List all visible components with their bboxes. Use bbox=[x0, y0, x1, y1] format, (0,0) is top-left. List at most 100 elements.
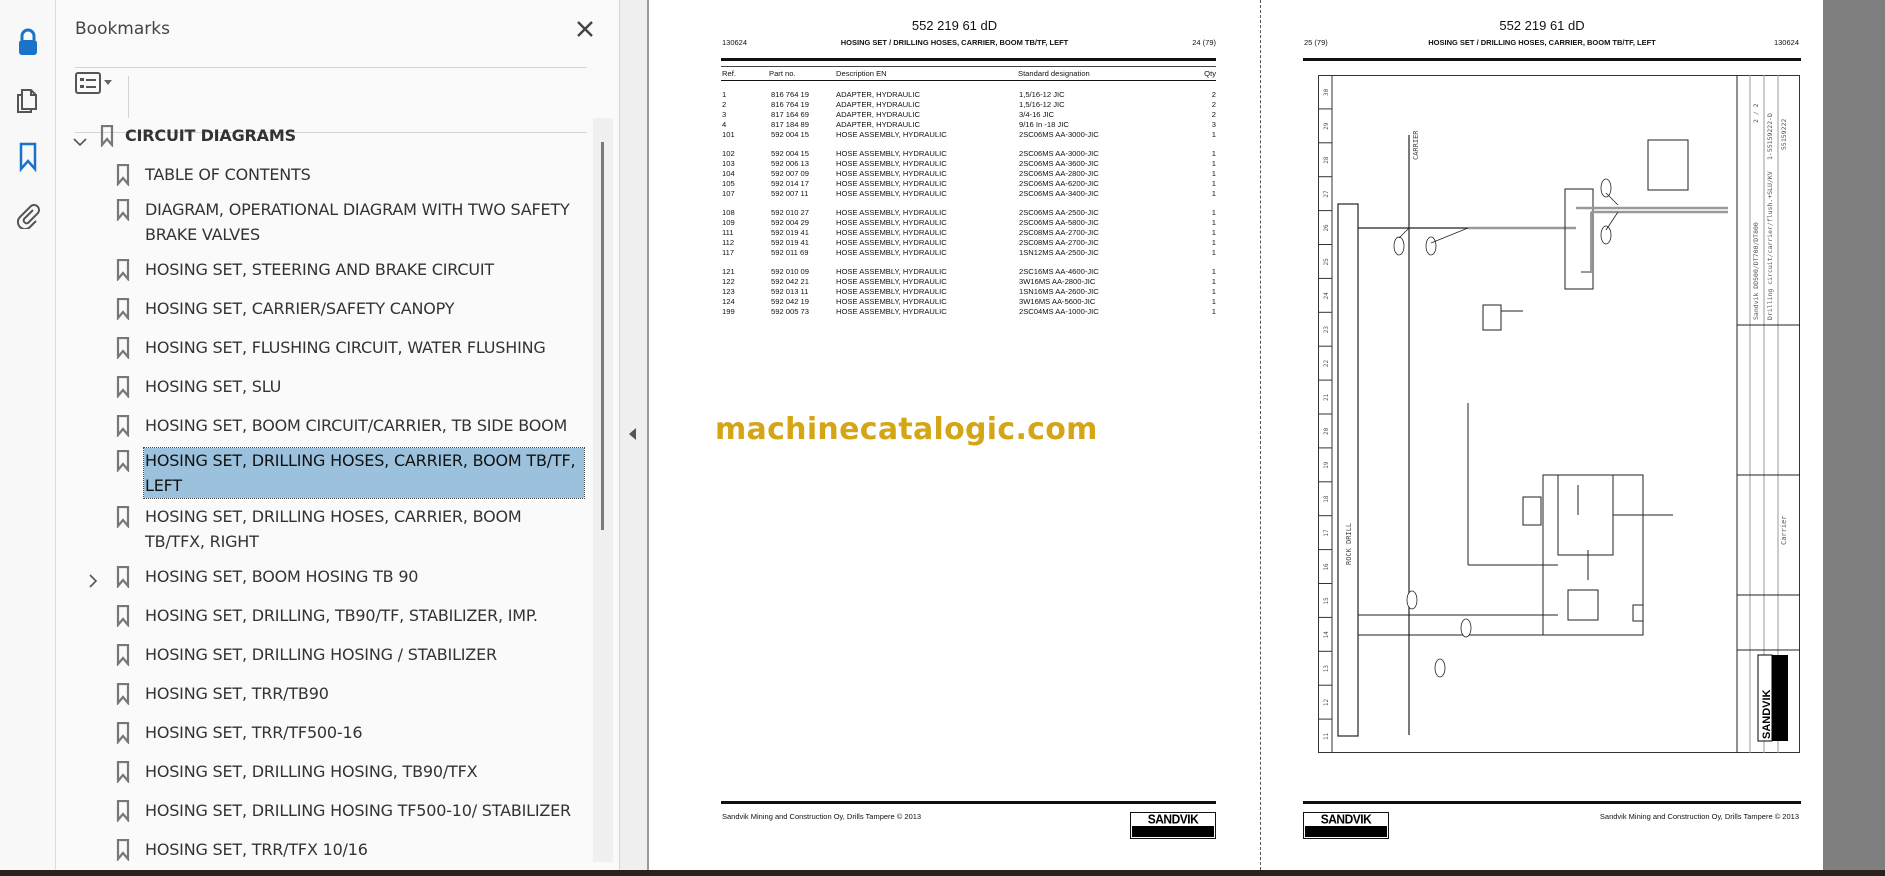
cell-ref: 111 bbox=[722, 228, 734, 237]
bookmark-label: HOSING SET, TRR/TB90 bbox=[145, 684, 329, 703]
table-row: 109 592 004 29 HOSE ASSEMBLY, HYDRAULIC 2SC… bbox=[649, 218, 1260, 228]
cell-part: 592 042 19 bbox=[771, 297, 810, 306]
grid-number: 26 bbox=[1323, 224, 1330, 232]
bookmark-icon bbox=[116, 297, 130, 327]
table-header-rule bbox=[721, 80, 1216, 81]
left-tool-rail bbox=[0, 0, 56, 870]
cell-part: 592 019 41 bbox=[771, 238, 810, 247]
cell-ref: 102 bbox=[722, 149, 735, 158]
bookmark-list: CIRCUIT DIAGRAMS TABLE OF CONTENTS DIAGRAM… bbox=[56, 116, 596, 869]
cell-part: 592 007 09 bbox=[771, 169, 810, 178]
cell-part: 592 006 13 bbox=[771, 159, 810, 168]
col-ref: Ref. bbox=[722, 69, 736, 78]
cell-part: 592 010 27 bbox=[771, 208, 810, 217]
bookmark-item[interactable]: HOSING SET, DRILLING HOSING TF500-10/ ST… bbox=[56, 791, 596, 830]
cell-part: 592 007 11 bbox=[771, 189, 809, 198]
table-row: 4 817 184 89 ADAPTER, HYDRAULIC 9/16 In -18… bbox=[649, 120, 1260, 130]
bookmark-item[interactable]: HOSING SET, BOOM CIRCUIT/CARRIER, TB SID… bbox=[56, 406, 596, 445]
bookmark-item[interactable]: HOSING SET, DRILLING, TB90/TF, STABILIZE… bbox=[56, 596, 596, 635]
cell-qty: 1 bbox=[1211, 218, 1216, 227]
bookmark-group-circuit-diagrams[interactable]: CIRCUIT DIAGRAMS bbox=[56, 116, 596, 155]
table-row: 121 592 010 09 HOSE ASSEMBLY, HYDRAULIC 2SC… bbox=[649, 267, 1260, 277]
bookmark-item[interactable]: HOSING SET, DRILLING HOSES, CARRIER, BOO… bbox=[56, 501, 596, 557]
paperclip-icon[interactable] bbox=[12, 199, 44, 231]
cell-part: 592 004 29 bbox=[771, 218, 810, 227]
cell-part: 592 014 17 bbox=[771, 179, 810, 188]
cell-desc: HOSE ASSEMBLY, HYDRAULIC bbox=[836, 287, 947, 296]
lock-icon[interactable] bbox=[12, 26, 44, 58]
bookmark-icon bbox=[116, 799, 130, 829]
footer-copyright: Sandvik Mining and Construction Oy, Dril… bbox=[722, 812, 922, 821]
cell-ref: 104 bbox=[722, 169, 735, 178]
bookmarks-panel: Bookmarks CIRCUIT DIAGRAMS TABLE OF CONTE… bbox=[56, 0, 620, 870]
grid-number: 23 bbox=[1323, 326, 1330, 334]
table-row: 104 592 007 09 HOSE ASSEMBLY, HYDRAULIC 2SC… bbox=[649, 169, 1260, 179]
bookmark-icon bbox=[116, 565, 130, 595]
col-qty: Qty bbox=[1204, 69, 1216, 78]
footer-rule bbox=[721, 801, 1216, 804]
bookmark-icon bbox=[116, 760, 130, 790]
bookmark-label: HOSING SET, SLU bbox=[145, 377, 282, 396]
document-number: 552 219 61 dD bbox=[1499, 18, 1585, 33]
cell-ref: 105 bbox=[722, 179, 735, 188]
cell-qty: 1 bbox=[1211, 169, 1216, 178]
table-row: 111 592 019 41 HOSE ASSEMBLY, HYDRAULIC 2SC… bbox=[649, 228, 1260, 238]
scrollbar-thumb[interactable] bbox=[601, 142, 604, 530]
bookmark-options-button[interactable] bbox=[75, 70, 117, 96]
footer-copyright: Sandvik Mining and Construction Oy, Dril… bbox=[1599, 812, 1799, 821]
panel-splitter[interactable] bbox=[620, 0, 649, 870]
bookmark-item[interactable]: HOSING SET, TRR/TFX 10/16 bbox=[56, 830, 596, 869]
bookmark-icon bbox=[116, 505, 130, 535]
bookmark-item[interactable]: HOSING SET, SLU bbox=[56, 367, 596, 406]
bookmarks-icon[interactable] bbox=[12, 141, 44, 173]
cell-desc: HOSE ASSEMBLY, HYDRAULIC bbox=[836, 248, 947, 257]
page-number: 24 (79) bbox=[1192, 38, 1216, 47]
rock-drill-label: ROCK DRILL bbox=[1345, 523, 1353, 565]
bookmark-item[interactable]: HOSING SET, TRR/TB90 bbox=[56, 674, 596, 713]
bookmark-label: HOSING SET, DRILLING HOSING / STABILIZER bbox=[145, 645, 497, 664]
bookmark-item[interactable]: HOSING SET, TRR/TF500-16 bbox=[56, 713, 596, 752]
caret-left-icon bbox=[629, 428, 636, 440]
col-std: Standard designation bbox=[1018, 69, 1090, 78]
cell-std: 2SC08MS AA-2700-JIC bbox=[1019, 228, 1099, 237]
cell-ref: 124 bbox=[722, 297, 735, 306]
bookmark-item[interactable]: HOSING SET, BOOM HOSING TB 90 bbox=[56, 557, 596, 596]
bookmark-label: HOSING SET, CARRIER/SAFETY CANOPY bbox=[145, 299, 455, 318]
cell-desc: ADAPTER, HYDRAULIC bbox=[836, 90, 920, 99]
bookmark-item[interactable]: HOSING SET, DRILLING HOSES, CARRIER, BOO… bbox=[56, 445, 596, 501]
bookmark-item[interactable]: HOSING SET, STEERING AND BRAKE CIRCUIT bbox=[56, 250, 596, 289]
table-row: 1 816 764 19 ADAPTER, HYDRAULIC 1,5/16-12 J… bbox=[649, 90, 1260, 100]
chevron-right-icon[interactable] bbox=[88, 570, 98, 595]
close-panel-button[interactable] bbox=[573, 17, 597, 41]
bookmark-label: HOSING SET, DRILLING HOSES, CARRIER, BOO… bbox=[143, 447, 585, 499]
cell-desc: HOSE ASSEMBLY, HYDRAULIC bbox=[836, 189, 947, 198]
cell-desc: HOSE ASSEMBLY, HYDRAULIC bbox=[836, 277, 947, 286]
bookmark-item[interactable]: HOSING SET, DRILLING HOSING, TB90/TFX bbox=[56, 752, 596, 791]
grid-number: 19 bbox=[1323, 461, 1330, 469]
bookmark-item[interactable]: HOSING SET, CARRIER/SAFETY CANOPY bbox=[56, 289, 596, 328]
collapse-panel-button[interactable] bbox=[628, 427, 640, 443]
bookmark-icon bbox=[116, 198, 130, 228]
bookmark-item[interactable]: HOSING SET, DRILLING HOSING / STABILIZER bbox=[56, 635, 596, 674]
cell-part: 592 004 15 bbox=[771, 130, 810, 139]
table-row: 122 592 042 21 HOSE ASSEMBLY, HYDRAULIC 3W1… bbox=[649, 277, 1260, 287]
cell-qty: 1 bbox=[1211, 238, 1216, 247]
taskbar bbox=[0, 870, 1885, 876]
cell-ref: 108 bbox=[722, 208, 735, 217]
bookmark-item[interactable]: HOSING SET, FLUSHING CIRCUIT, WATER FLUS… bbox=[56, 328, 596, 367]
date-code: 130624 bbox=[1773, 38, 1799, 47]
bookmark-item[interactable]: TABLE OF CONTENTS bbox=[56, 155, 596, 194]
cell-qty: 1 bbox=[1211, 159, 1216, 168]
cell-qty: 1 bbox=[1211, 267, 1216, 276]
bookmark-item[interactable]: DIAGRAM, OPERATIONAL DIAGRAM WITH TWO SA… bbox=[56, 194, 596, 250]
title-block-logo: SANDVIK bbox=[1761, 689, 1773, 739]
cell-ref: 123 bbox=[722, 287, 735, 296]
cell-desc: HOSE ASSEMBLY, HYDRAULIC bbox=[836, 208, 947, 217]
grid-number: 22 bbox=[1323, 360, 1330, 368]
cell-std: 2SC06MS AA-3000-JIC bbox=[1019, 130, 1099, 139]
pages-icon[interactable] bbox=[12, 84, 44, 116]
chevron-down-icon[interactable] bbox=[73, 129, 87, 154]
cell-part: 816 764 19 bbox=[771, 90, 810, 99]
toolbar-divider bbox=[128, 76, 129, 118]
cell-std: 3W16MS AA-2800-JIC bbox=[1019, 277, 1096, 286]
